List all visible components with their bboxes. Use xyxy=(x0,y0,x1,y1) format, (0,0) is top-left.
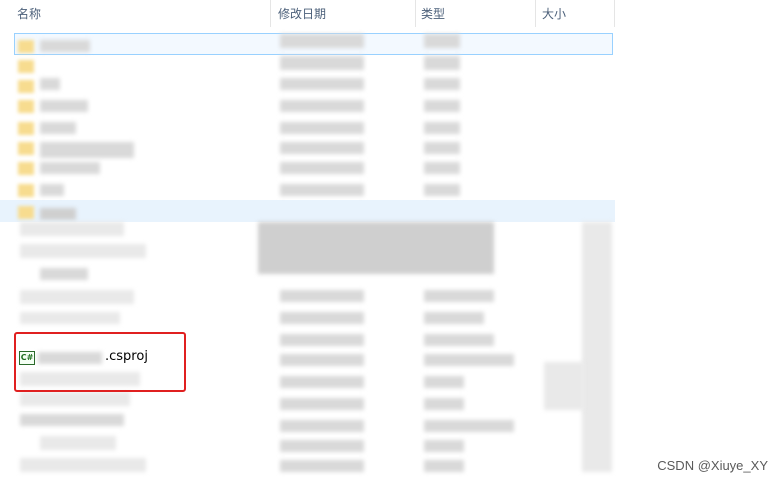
date-cell xyxy=(280,162,364,174)
list-item[interactable] xyxy=(20,244,146,258)
list-item[interactable] xyxy=(40,142,134,158)
type-cell xyxy=(424,290,494,302)
date-cell xyxy=(280,290,364,302)
list-item[interactable] xyxy=(40,78,60,90)
list-item[interactable] xyxy=(20,392,130,406)
folder-icon xyxy=(18,100,34,113)
list-item[interactable] xyxy=(20,458,146,472)
date-cell xyxy=(280,142,364,154)
list-item[interactable] xyxy=(40,122,76,134)
column-divider[interactable] xyxy=(614,0,615,27)
size-cell xyxy=(544,362,584,410)
sort-ascending-icon: ^ xyxy=(137,0,146,7)
column-name[interactable]: 名称 xyxy=(17,5,41,22)
date-cell xyxy=(280,398,364,410)
watermark: CSDN @Xiuye_XY xyxy=(657,458,768,473)
type-cell xyxy=(424,312,484,324)
list-item[interactable] xyxy=(40,184,64,196)
hover-row-highlight[interactable] xyxy=(0,200,615,222)
date-cell xyxy=(280,334,364,346)
type-cell xyxy=(424,460,464,472)
list-item[interactable] xyxy=(20,290,134,304)
date-cell xyxy=(258,222,494,274)
folder-icon xyxy=(18,142,34,155)
type-cell xyxy=(424,440,464,452)
size-cell xyxy=(582,222,612,472)
type-cell xyxy=(424,56,460,70)
list-item[interactable] xyxy=(40,208,76,220)
type-cell xyxy=(424,100,460,112)
date-cell xyxy=(280,78,364,90)
folder-icon xyxy=(18,162,34,175)
date-cell xyxy=(280,460,364,472)
list-item[interactable] xyxy=(40,436,116,450)
date-cell xyxy=(280,184,364,196)
folder-icon xyxy=(18,184,34,197)
type-cell xyxy=(424,34,460,48)
date-cell xyxy=(280,34,364,48)
date-cell xyxy=(280,376,364,388)
list-item[interactable] xyxy=(20,414,124,426)
type-cell xyxy=(424,122,460,134)
type-cell xyxy=(424,334,494,346)
list-item[interactable] xyxy=(40,162,100,174)
type-cell xyxy=(424,142,460,154)
date-cell xyxy=(280,440,364,452)
column-size[interactable]: 大小 xyxy=(542,5,566,22)
type-cell xyxy=(424,354,514,366)
type-cell xyxy=(424,420,514,432)
list-item[interactable] xyxy=(20,222,124,236)
column-divider[interactable] xyxy=(270,0,271,27)
date-cell xyxy=(280,420,364,432)
column-divider[interactable] xyxy=(415,0,416,27)
column-divider[interactable] xyxy=(535,0,536,27)
column-modified-date[interactable]: 修改日期 xyxy=(278,5,326,22)
type-cell xyxy=(424,78,460,90)
type-cell xyxy=(424,398,464,410)
date-cell xyxy=(280,56,364,70)
date-cell xyxy=(280,100,364,112)
list-item[interactable] xyxy=(40,40,90,52)
type-cell xyxy=(424,376,464,388)
column-header-bar: ^ 名称 修改日期 类型 大小 xyxy=(0,0,615,28)
date-cell xyxy=(280,312,364,324)
list-item[interactable] xyxy=(40,100,88,112)
highlight-annotation-box xyxy=(14,332,186,392)
folder-icon xyxy=(18,206,34,219)
type-cell xyxy=(424,162,460,174)
date-cell xyxy=(280,354,364,366)
folder-icon xyxy=(18,80,34,93)
folder-icon xyxy=(18,40,34,53)
list-item[interactable] xyxy=(20,312,120,324)
list-item[interactable] xyxy=(40,268,88,280)
date-cell xyxy=(280,122,364,134)
column-type[interactable]: 类型 xyxy=(421,5,445,22)
folder-icon xyxy=(18,122,34,135)
type-cell xyxy=(424,184,460,196)
folder-icon xyxy=(18,60,34,73)
